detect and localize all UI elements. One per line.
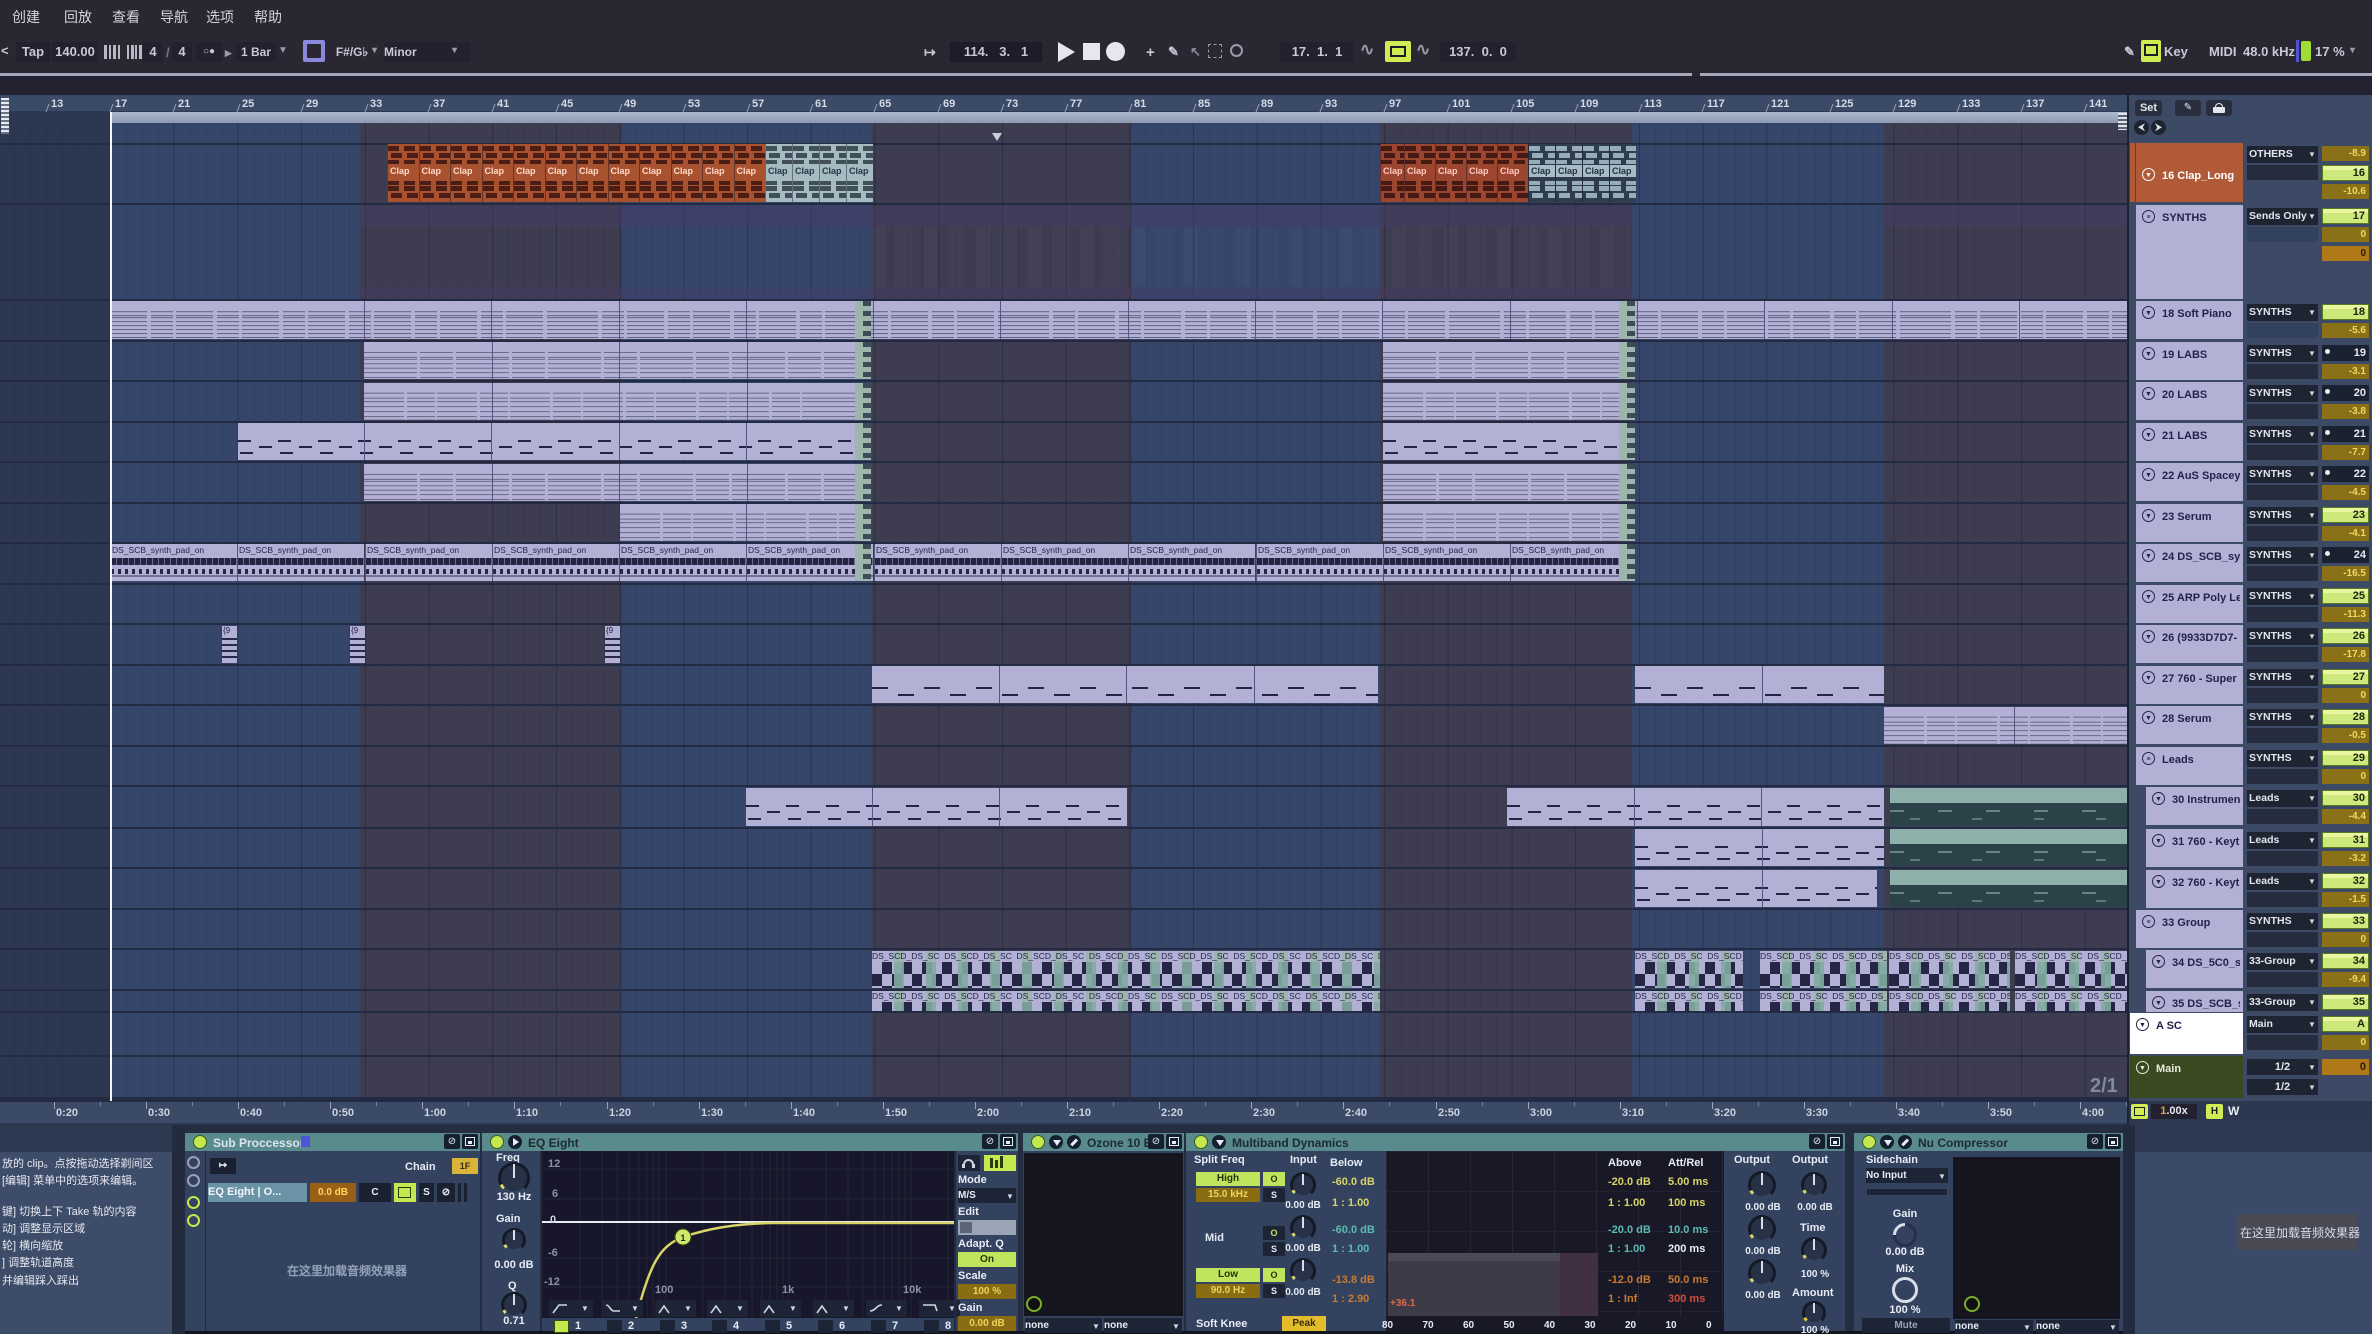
svg-text:1: 1 <box>680 1233 685 1243</box>
